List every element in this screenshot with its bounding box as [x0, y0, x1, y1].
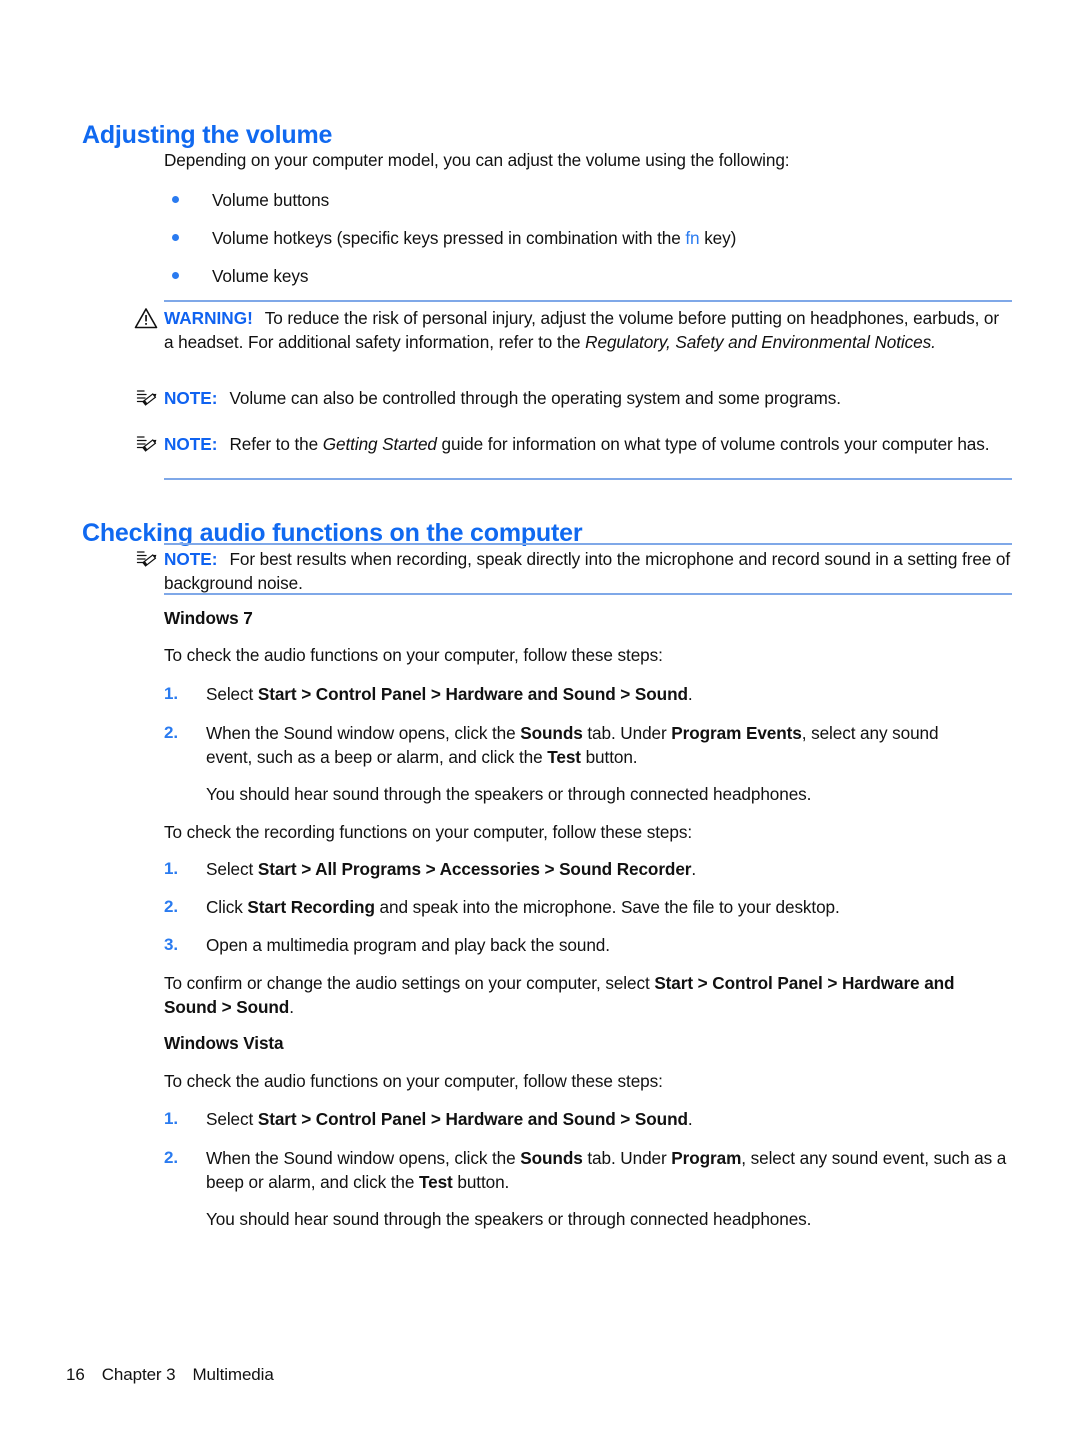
note-label: NOTE:	[164, 549, 218, 569]
intro-recording-steps-win7: To check the recording functions on your…	[164, 822, 693, 842]
confirm-text-a: To confirm or change the audio settings …	[164, 973, 655, 993]
note-block-2: NOTE: Refer to the Getting Started guide …	[136, 432, 1012, 456]
note-text-line2: computer has.	[881, 434, 990, 454]
list-number: 2.	[164, 723, 178, 742]
list-item: Volume keys	[172, 264, 1012, 288]
note-block-1: NOTE: Volume can also be controlled throu…	[136, 386, 1012, 410]
page-title-adjusting-the-volume: Adjusting the volume	[82, 120, 333, 149]
document-page: Adjusting the volume Depending on your c…	[0, 0, 1080, 1437]
list-number: 1.	[164, 1109, 178, 1128]
footer-page-number: 16	[66, 1365, 85, 1384]
list-number: 2.	[164, 897, 178, 916]
note-text: Volume can also be controlled through th…	[229, 388, 841, 408]
list-number: 3.	[164, 935, 178, 954]
ordered-list-item: 2. When the Sound window opens, click th…	[164, 721, 976, 769]
warning-triangle-icon	[134, 307, 158, 329]
note-rule-bottom-2	[164, 593, 1012, 595]
warning-text-line1: To reduce the risk of personal injury, a…	[264, 308, 909, 328]
list-item: Volume buttons	[172, 188, 1012, 212]
note-pencil-icon	[134, 433, 158, 455]
bullet-dot-icon	[172, 234, 179, 241]
warning-block: WARNING! To reduce the risk of personal i…	[134, 306, 1012, 354]
list-item-text: Click Start Recording and speak into the…	[206, 897, 840, 917]
list-item-text: Select Start > All Programs > Accessorie…	[206, 859, 697, 879]
footer-chapter: Chapter 3	[101, 1365, 176, 1384]
result-text-audio-win7: You should hear sound through the speake…	[206, 784, 812, 804]
bullet-dot-icon	[172, 196, 179, 203]
note-pencil-icon	[134, 548, 158, 570]
note-pencil-icon	[134, 387, 158, 409]
list-item-text: Select Start > Control Panel > Hardware …	[206, 684, 693, 704]
list-item-text: Open a multimedia program and play back …	[206, 935, 610, 955]
bullet-label: Volume keys	[212, 266, 309, 286]
list-number: 2.	[164, 1148, 178, 1167]
list-item-text: Select Start > Control Panel > Hardware …	[206, 1109, 693, 1129]
fn-key-label: fn	[685, 228, 700, 248]
note-text-a: Refer to the	[229, 434, 323, 454]
note-block-3: NOTE: For best results when recording, sp…	[136, 547, 1012, 595]
ordered-list-item: 2. Click Start Recording and speak into …	[164, 895, 1014, 919]
list-item: Volume hotkeys (specific keys pressed in…	[172, 226, 1012, 250]
note-rule-top	[164, 543, 1012, 545]
note-label: NOTE:	[164, 388, 218, 408]
page-footer: 16 Chapter 3 Multimedia	[66, 1365, 274, 1385]
confirm-bold-1: Start > Control Panel > Hardware	[654, 973, 920, 993]
result-text-audio-vista: You should hear sound through the speake…	[206, 1209, 812, 1229]
ordered-list-item: 3. Open a multimedia program and play ba…	[164, 933, 1014, 957]
note-text-b: guide for information on what type of vo…	[436, 434, 878, 454]
note-text-italic: Getting Started	[322, 434, 437, 454]
warning-rule-top	[164, 300, 1012, 302]
intro-audio-steps-win7: To check the audio functions on your com…	[164, 645, 663, 665]
ordered-list-item: 1. Select Start > All Programs > Accesso…	[164, 857, 1014, 881]
list-number: 1.	[164, 684, 178, 703]
list-item-text: When the Sound window opens, click the S…	[206, 723, 939, 767]
note-rule-bottom	[164, 478, 1012, 480]
note-text-line1: For best results when recording, speak d…	[229, 549, 903, 569]
intro-audio-steps-vista: To check the audio functions on your com…	[164, 1071, 663, 1091]
bullet-dot-icon	[172, 272, 179, 279]
ordered-list-item: 1. Select Start > Control Panel > Hardwa…	[164, 1107, 1014, 1131]
bullet-label: Volume hotkeys (specific keys pressed in…	[212, 228, 737, 248]
warning-text-italic2: Environmental Notices.	[761, 332, 936, 352]
ordered-list-item: 1. Select Start > Control Panel > Hardwa…	[164, 682, 1014, 706]
footer-chapter-title: Multimedia	[192, 1365, 274, 1384]
confirm-text-end: .	[289, 997, 294, 1017]
bullet-label: Volume buttons	[212, 190, 330, 210]
intro-paragraph-volume: Depending on your computer model, you ca…	[164, 150, 790, 170]
list-item-text: When the Sound window opens, click the S…	[206, 1148, 1007, 1192]
subheading-windows-7: Windows 7	[164, 608, 253, 628]
list-number: 1.	[164, 859, 178, 878]
ordered-list-item: 2. When the Sound window opens, click th…	[164, 1146, 1012, 1194]
confirm-settings-paragraph: To confirm or change the audio settings …	[164, 971, 1012, 1019]
warning-label: WARNING!	[164, 308, 253, 328]
warning-text-italic1: Regulatory, Safety and	[585, 332, 757, 352]
note-label: NOTE:	[164, 434, 218, 454]
subheading-windows-vista: Windows Vista	[164, 1033, 284, 1053]
